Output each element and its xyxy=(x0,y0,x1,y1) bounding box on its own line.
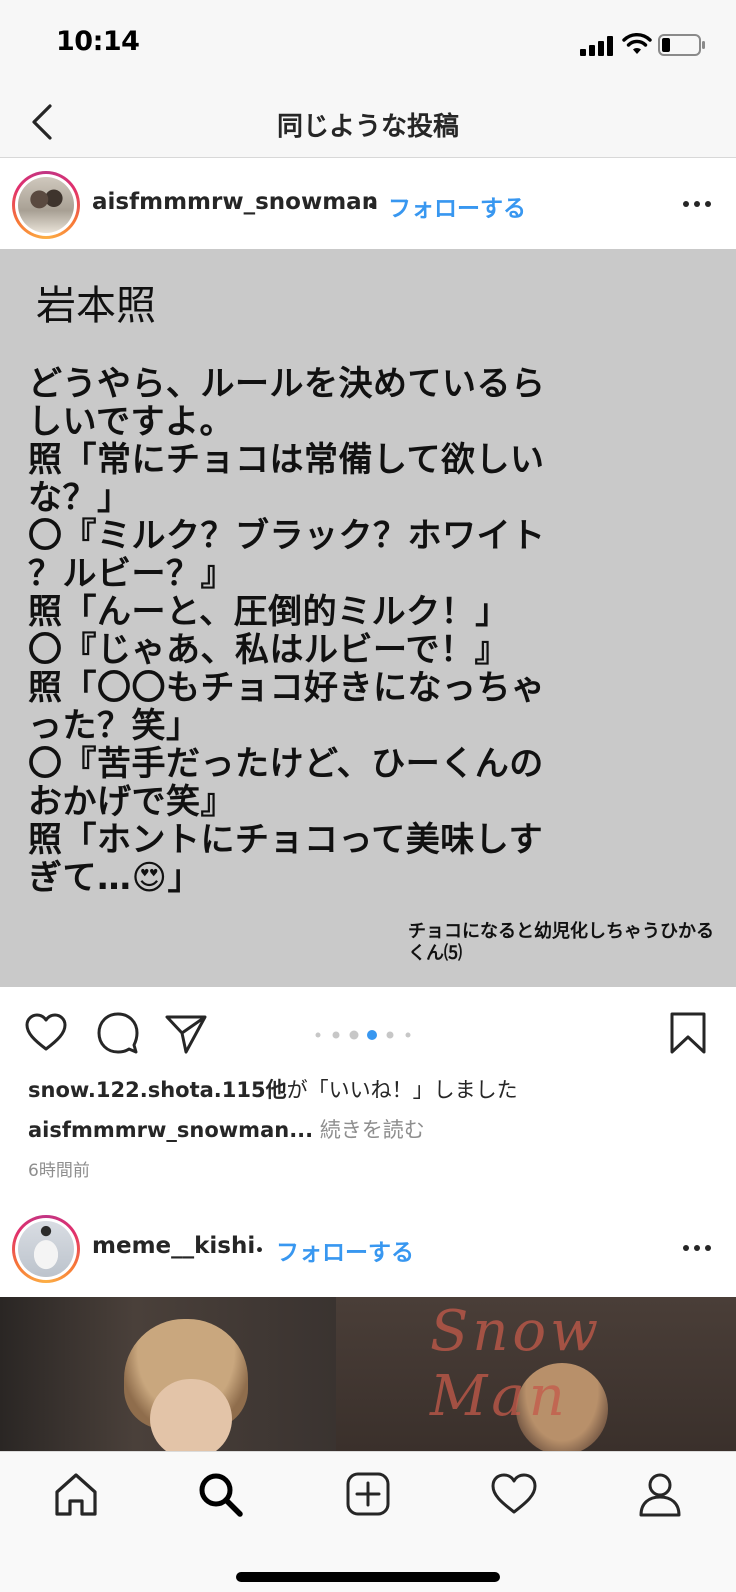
carousel-dot xyxy=(405,1032,411,1038)
post-timestamp: 6時間前 xyxy=(28,1161,90,1181)
bottom-tab-bar xyxy=(0,1451,736,1592)
separator-dot: ・ xyxy=(248,1238,271,1264)
photo-face-left xyxy=(150,1379,232,1451)
avatar[interactable] xyxy=(12,171,80,239)
follow-button[interactable]: フォローする xyxy=(388,189,526,223)
more-horizontal-icon[interactable] xyxy=(682,191,712,217)
avatar-image xyxy=(18,177,74,233)
likes-suffix: が「いいね！」しました xyxy=(286,1078,518,1102)
post-image[interactable]: Snow Man xyxy=(0,1297,736,1451)
bookmark-icon[interactable] xyxy=(668,1011,708,1055)
likes-text[interactable]: snow.122.shota.115他が「いいね！」しました xyxy=(28,1074,518,1104)
home-icon[interactable] xyxy=(52,1470,100,1518)
likes-user[interactable]: snow.122.shota.115他 xyxy=(28,1078,287,1102)
status-bar: 10:14 xyxy=(0,0,736,88)
heart-icon[interactable] xyxy=(24,1011,68,1055)
carousel-dot xyxy=(386,1031,394,1039)
separator-dot: ・ xyxy=(360,194,383,220)
status-time: 10:14 xyxy=(56,26,140,57)
carousel-dot xyxy=(315,1032,321,1038)
carousel-dot-active xyxy=(367,1030,377,1040)
add-post-icon[interactable] xyxy=(344,1470,392,1518)
battery-icon xyxy=(658,34,705,56)
home-indicator[interactable] xyxy=(236,1572,500,1582)
post-username[interactable]: aisfmmmrw_snowman xyxy=(92,189,378,215)
follow-button[interactable]: フォローする xyxy=(276,1233,414,1267)
activity-heart-icon[interactable] xyxy=(490,1470,538,1518)
image-story-text: どうやら、ルールを決めているら しいですよ。 照「常にチョコは常備して欲しい な… xyxy=(28,364,546,898)
page-title: 同じような投稿 xyxy=(276,112,459,142)
post-action-bar xyxy=(0,987,736,1073)
more-horizontal-icon[interactable] xyxy=(682,1235,712,1261)
comment-icon[interactable] xyxy=(96,1011,140,1055)
avatar[interactable] xyxy=(12,1215,80,1283)
carousel-dot xyxy=(332,1031,340,1039)
read-more-link[interactable]: 続きを読む xyxy=(313,1118,425,1142)
profile-icon[interactable] xyxy=(636,1470,684,1518)
caption-username[interactable]: aisfmmmrw_snowman... xyxy=(28,1118,313,1142)
carousel-dot xyxy=(349,1030,359,1040)
photo-script-text: Snow Man xyxy=(430,1299,603,1429)
cellular-signal-icon xyxy=(580,36,613,56)
image-title-text: 岩本照 xyxy=(36,283,156,329)
post-image[interactable]: 岩本照 どうやら、ルールを決めているら しいですよ。 照「常にチョコは常備して欲… xyxy=(0,249,736,987)
search-icon[interactable] xyxy=(196,1470,244,1518)
post-username[interactable]: meme__kishi xyxy=(92,1233,255,1259)
avatar-image xyxy=(18,1221,74,1277)
post-header: aisfmmmrw_snowman ・ フォローする xyxy=(0,159,736,251)
paper-plane-icon[interactable] xyxy=(164,1011,208,1055)
post-header: meme__kishi ・ フォローする xyxy=(0,1203,736,1295)
navigation-bar: 同じような投稿 xyxy=(0,88,736,158)
wifi-icon xyxy=(622,33,652,54)
image-footnote-text: チョコになると幼児化しちゃうひかるくん⑸ xyxy=(408,921,714,964)
carousel-indicator xyxy=(315,1030,411,1040)
caption: aisfmmmrw_snowman... 続きを読む xyxy=(28,1114,425,1144)
